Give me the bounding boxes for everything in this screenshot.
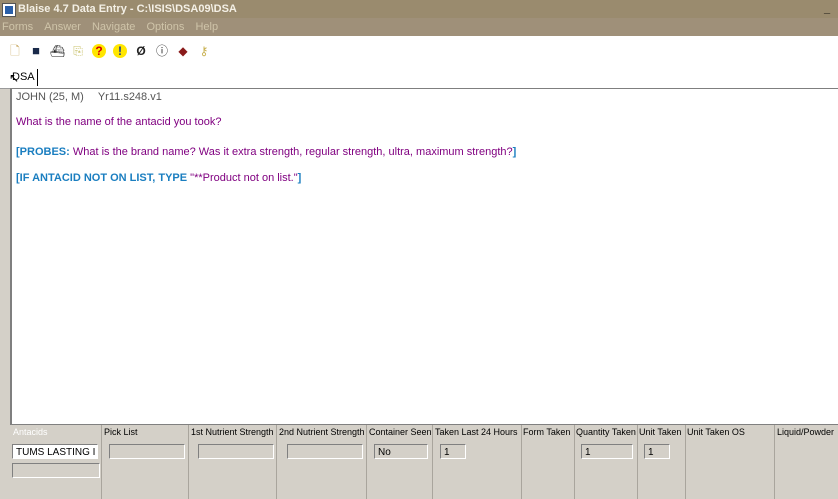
blaise-window: Blaise 4.7 Data Entry - C:\ISIS\DSA09\DS… — [0, 0, 838, 499]
mouse-cursor-icon: ↖ — [9, 71, 20, 85]
menu-navigate[interactable]: Navigate — [92, 21, 135, 33]
respondent-name: JOHN (25, M) — [16, 91, 84, 103]
probe-body: What is the brand name? Was it extra str… — [69, 146, 513, 158]
window-title: Blaise 4.7 Data Entry - C:\ISIS\DSA09\DS… — [18, 3, 237, 15]
col-antacids: Antacids — [13, 427, 48, 437]
probe-label: [PROBES: — [16, 146, 70, 158]
app-icon — [2, 3, 16, 17]
menu-bar: Forms Answer Navigate Options Help — [0, 18, 838, 36]
info-icon[interactable]: ! — [113, 44, 127, 58]
col-second-nutrient-strength: 2nd Nutrient Strength — [279, 427, 365, 437]
new-icon[interactable]: 🗋 — [8, 44, 22, 58]
menu-forms[interactable]: Forms — [2, 21, 33, 33]
col-container-seen: Container Seen — [369, 427, 432, 437]
col-taken-last-24-hours: Taken Last 24 Hours — [435, 427, 518, 437]
col-form-taken: Form Taken — [523, 427, 571, 437]
pick-list-field[interactable] — [109, 444, 185, 459]
info-circle-icon[interactable]: ⓘ — [155, 44, 169, 58]
tab-strip: DSA — [0, 66, 838, 89]
col-first-nutrient-strength: 1st Nutrient Strength — [191, 427, 274, 437]
col-pick-list: Pick List — [104, 427, 138, 437]
question-pane: JOHN (25, M) Yr11.s248.v1 What is the nam… — [10, 88, 838, 425]
find-icon[interactable]: ⛴ — [50, 44, 65, 58]
probe-close: ] — [512, 146, 517, 158]
menu-help[interactable]: Help — [195, 21, 218, 33]
clip-icon[interactable]: Ø — [134, 44, 148, 58]
quantity-taken-field[interactable]: 1 — [581, 444, 633, 459]
col-quantity-taken: Quantity Taken — [576, 427, 636, 437]
instruction-label: [IF ANTACID NOT ON LIST, TYPE — [16, 172, 191, 184]
question-text: What is the name of the antacid you took… — [16, 116, 222, 128]
answer-grid: Antacids Pick List 1st Nutrient Strength… — [10, 424, 838, 499]
instruction-text: [IF ANTACID NOT ON LIST, TYPE "**Product… — [16, 172, 301, 184]
antacids-extra-field[interactable] — [12, 463, 100, 478]
container-seen-field[interactable]: No — [374, 444, 428, 459]
copy-icon[interactable]: ⎘ — [71, 44, 85, 58]
key-icon[interactable]: ⚷ — [197, 44, 211, 58]
instruction-quote: "**Product not on list." — [190, 172, 298, 184]
second-nutrient-strength-field[interactable] — [287, 444, 363, 459]
instruction-close: ] — [297, 172, 302, 184]
first-nutrient-strength-field[interactable] — [198, 444, 274, 459]
col-unit-taken-os: Unit Taken OS — [687, 427, 745, 437]
unit-taken-field[interactable]: 1 — [644, 444, 670, 459]
instrument-version: Yr11.s248.v1 — [97, 91, 162, 103]
save-icon[interactable]: ■ — [29, 44, 43, 58]
col-liquid-powder: Liquid/Powder — [777, 427, 835, 437]
menu-answer[interactable]: Answer — [44, 21, 81, 33]
menu-options[interactable]: Options — [146, 21, 184, 33]
taken-last-24-hours-field[interactable]: 1 — [440, 444, 466, 459]
col-unit-taken: Unit Taken — [639, 427, 682, 437]
probe-text: [PROBES: What is the brand name? Was it … — [16, 146, 516, 158]
help-icon[interactable]: ? — [92, 44, 106, 58]
respondent-header: JOHN (25, M) Yr11.s248.v1 — [16, 91, 162, 103]
minimize-button[interactable]: _ — [824, 0, 836, 18]
title-bar: Blaise 4.7 Data Entry - C:\ISIS\DSA09\DS… — [0, 0, 838, 18]
tag-icon[interactable]: ◆ — [176, 44, 190, 58]
toolbar: 🗋 ■ ⛴ ⎘ ? ! Ø ⓘ ◆ ⚷ — [0, 36, 838, 67]
antacids-field[interactable]: TUMS LASTING I — [12, 444, 98, 459]
